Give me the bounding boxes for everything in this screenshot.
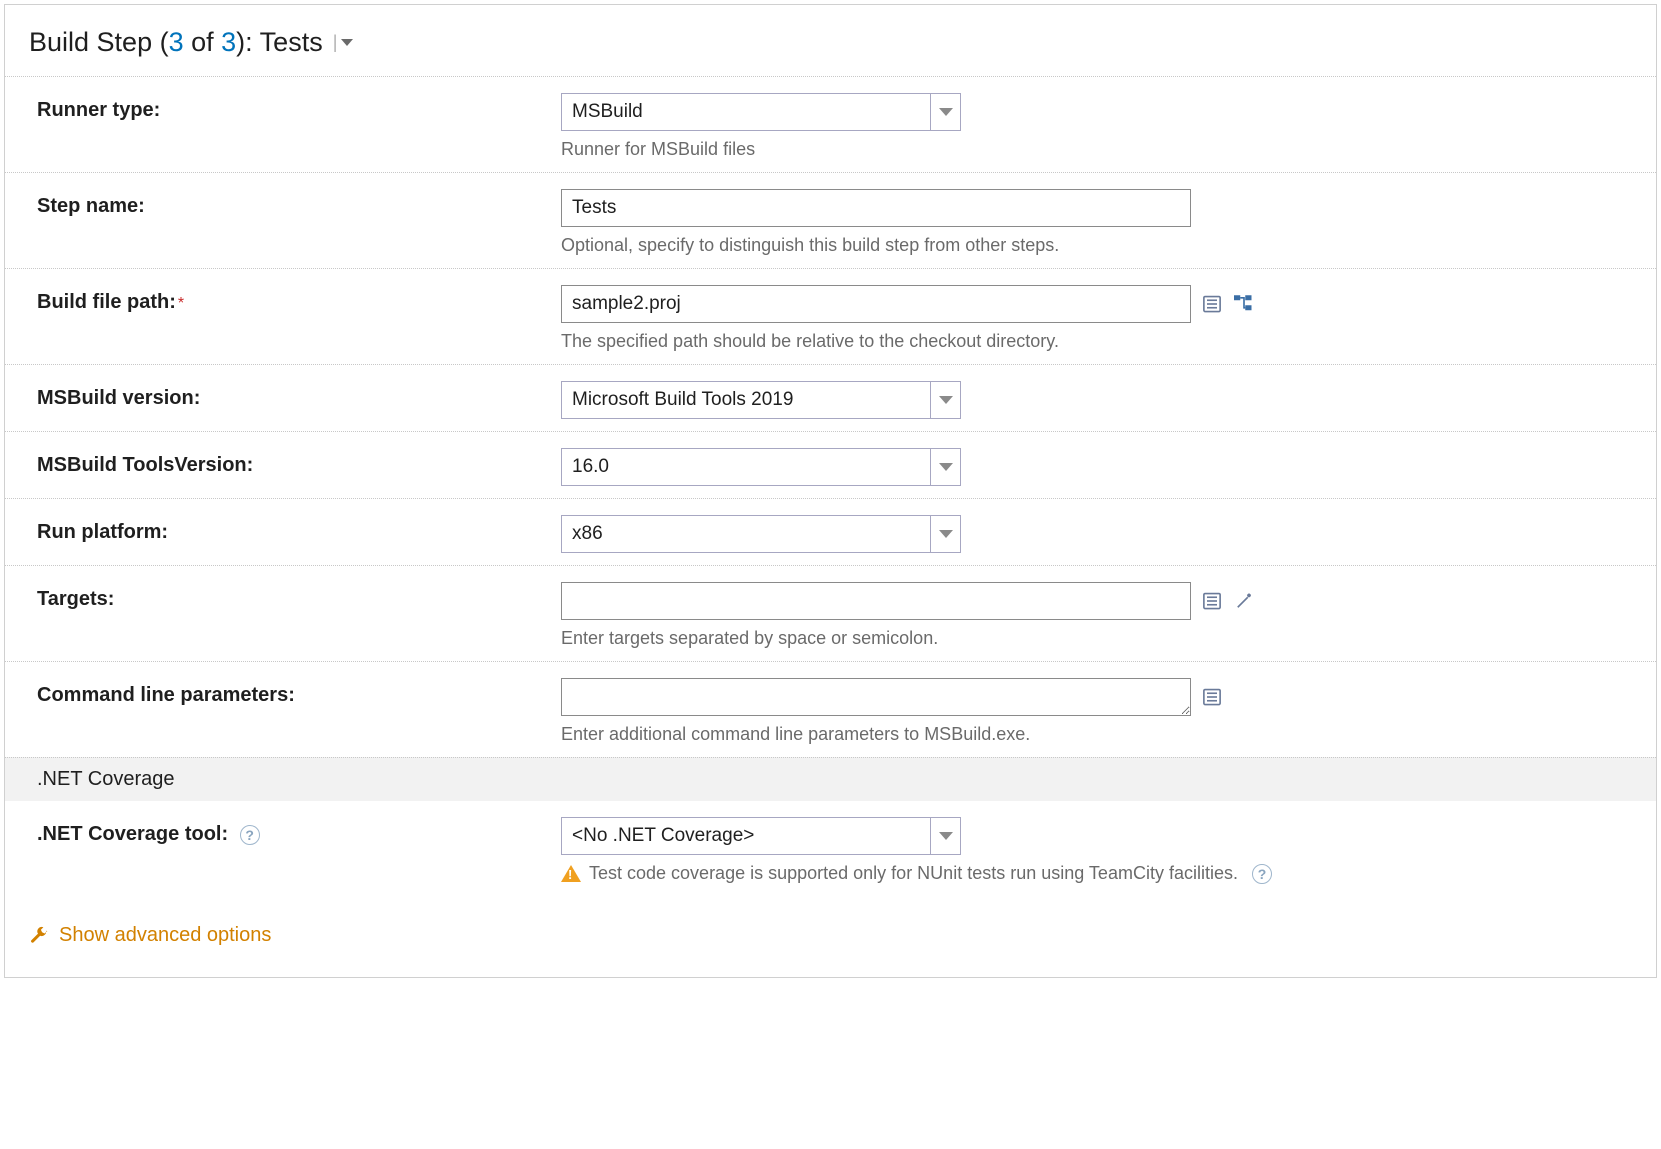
row-msbuild-version: MSBuild version: Microsoft Build Tools 2… — [5, 364, 1656, 431]
cmd-params-hint: Enter additional command line parameters… — [561, 724, 1632, 745]
help-icon[interactable]: ? — [1252, 864, 1272, 884]
help-icon[interactable]: ? — [240, 825, 260, 845]
label-cmd-params: Command line parameters: — [37, 678, 537, 707]
cmd-params-input[interactable] — [561, 678, 1191, 716]
wand-icon[interactable] — [1233, 590, 1255, 612]
list-icon[interactable] — [1201, 293, 1223, 315]
build-file-path-hint: The specified path should be relative to… — [561, 331, 1632, 352]
msbuild-version-value: Microsoft Build Tools 2019 — [572, 389, 793, 411]
label-build-file-path: Build file path:* — [37, 285, 537, 314]
advanced-link-text: Show advanced options — [59, 924, 271, 947]
build-file-path-input[interactable] — [561, 285, 1191, 323]
show-advanced-options-link[interactable]: Show advanced options — [5, 896, 1656, 947]
row-tools-version: MSBuild ToolsVersion: 16.0 — [5, 431, 1656, 498]
label-tools-version: MSBuild ToolsVersion: — [37, 448, 537, 477]
chevron-down-icon — [939, 108, 953, 116]
row-build-file-path: Build file path:* The specified path sho… — [5, 268, 1656, 364]
step-name-input[interactable] — [561, 189, 1191, 227]
row-run-platform: Run platform: x86 — [5, 498, 1656, 565]
label-msbuild-version: MSBuild version: — [37, 381, 537, 410]
coverage-warning: Test code coverage is supported only for… — [561, 863, 1632, 884]
header-dropdown[interactable]: | — [333, 32, 354, 53]
tree-icon[interactable] — [1233, 293, 1255, 315]
label-coverage-tool: .NET Coverage tool: ? — [37, 817, 537, 846]
list-icon[interactable] — [1201, 686, 1223, 708]
run-platform-select[interactable]: x86 — [561, 515, 961, 553]
chevron-down-icon — [939, 396, 953, 404]
chevron-down-icon — [341, 39, 353, 46]
runner-type-hint: Runner for MSBuild files — [561, 139, 1632, 160]
chevron-down-icon — [939, 832, 953, 840]
step-name-hint: Optional, specify to distinguish this bu… — [561, 235, 1632, 256]
title-prefix: Build Step ( — [29, 27, 169, 57]
page-title: Build Step (3 of 3): Tests — [29, 27, 323, 58]
tools-version-select[interactable]: 16.0 — [561, 448, 961, 486]
label-runner-type: Runner type: — [37, 93, 537, 122]
step-total: 3 — [221, 27, 236, 57]
label-targets: Targets: — [37, 582, 537, 611]
step-current: 3 — [169, 27, 184, 57]
msbuild-version-select[interactable]: Microsoft Build Tools 2019 — [561, 381, 961, 419]
chevron-down-icon — [939, 530, 953, 538]
build-step-panel: Build Step (3 of 3): Tests | Runner type… — [4, 4, 1657, 978]
row-runner-type: Runner type: MSBuild Runner for MSBuild … — [5, 76, 1656, 172]
targets-input[interactable] — [561, 582, 1191, 620]
required-marker: * — [178, 295, 184, 312]
run-platform-value: x86 — [572, 523, 603, 545]
title-suffix: ): Tests — [236, 27, 323, 57]
label-run-platform: Run platform: — [37, 515, 537, 544]
row-cmd-params: Command line parameters: Enter additiona… — [5, 661, 1656, 757]
coverage-tool-select[interactable]: <No .NET Coverage> — [561, 817, 961, 855]
coverage-warning-text: Test code coverage is supported only for… — [589, 863, 1238, 884]
warning-icon — [561, 865, 581, 882]
panel-header: Build Step (3 of 3): Tests | — [5, 5, 1656, 76]
section-net-coverage: .NET Coverage — [5, 757, 1656, 801]
list-icon[interactable] — [1201, 590, 1223, 612]
targets-hint: Enter targets separated by space or semi… — [561, 628, 1632, 649]
wrench-icon — [29, 926, 49, 946]
label-step-name: Step name: — [37, 189, 537, 218]
tools-version-value: 16.0 — [572, 456, 609, 478]
title-of: of — [184, 27, 222, 57]
label-coverage-tool-text: .NET Coverage tool: — [37, 823, 228, 845]
runner-type-select[interactable]: MSBuild — [561, 93, 961, 131]
row-targets: Targets: Enter targets separated by spac… — [5, 565, 1656, 661]
coverage-tool-value: <No .NET Coverage> — [572, 825, 754, 847]
row-coverage-tool: .NET Coverage tool: ? <No .NET Coverage>… — [5, 801, 1656, 896]
row-step-name: Step name: Optional, specify to distingu… — [5, 172, 1656, 268]
chevron-down-icon — [939, 463, 953, 471]
runner-type-value: MSBuild — [572, 101, 643, 123]
label-build-file-path-text: Build file path: — [37, 291, 176, 313]
